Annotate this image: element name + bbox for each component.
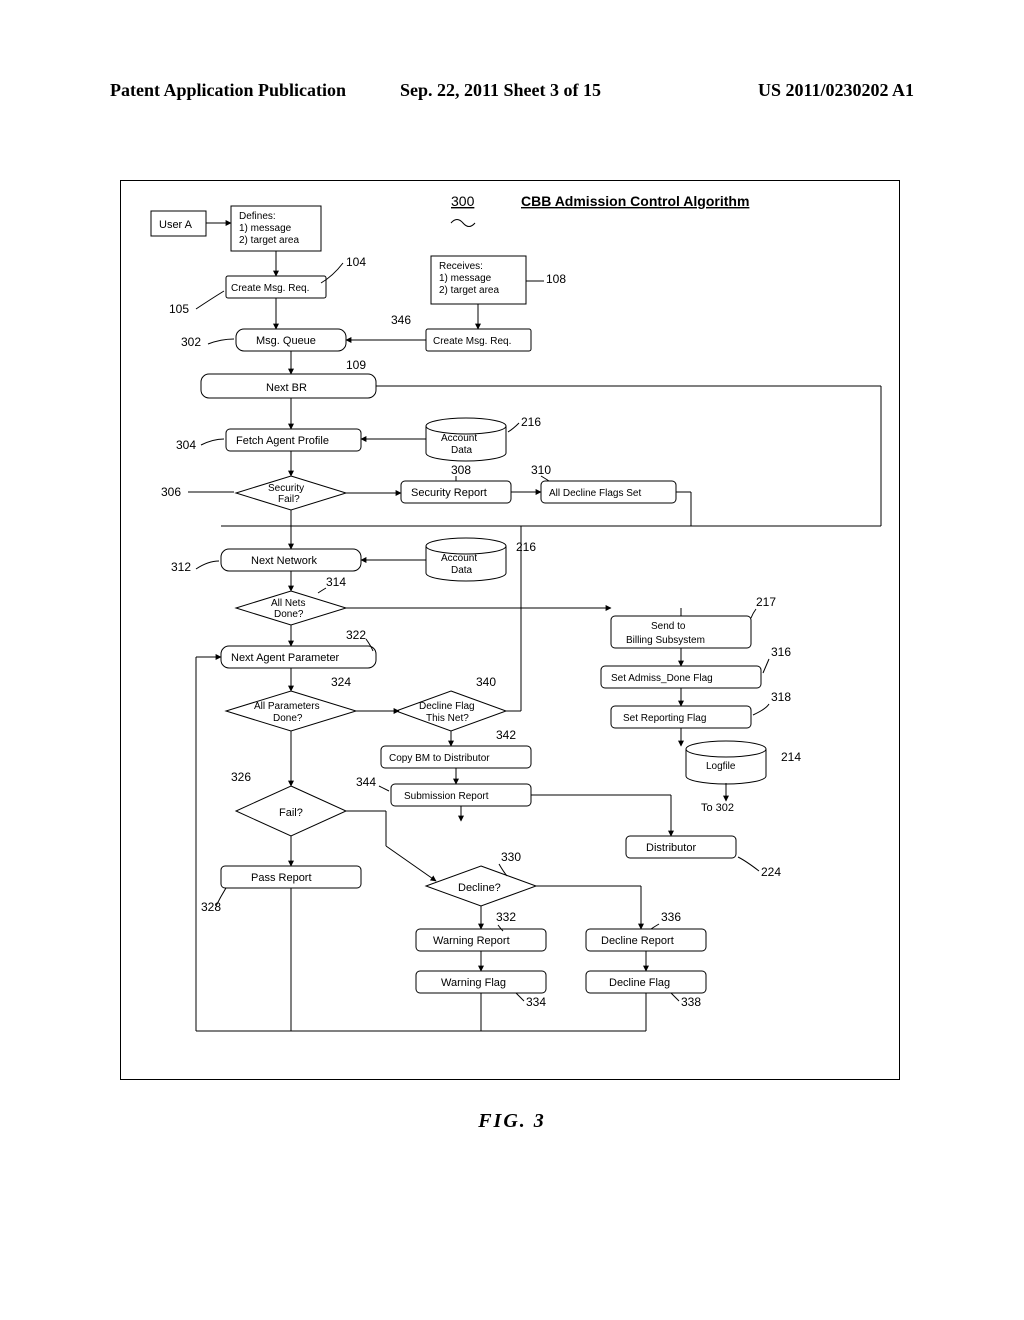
- label-217: 217: [756, 595, 776, 609]
- all-params-t: All Parameters: [254, 701, 320, 712]
- label-224: 224: [761, 865, 781, 879]
- label-302: 302: [181, 335, 201, 349]
- decline-flag-box: Decline Flag: [609, 977, 670, 989]
- receives-l2: 2) target area: [439, 285, 499, 296]
- diagram-title: CBB Admission Control Algorithm: [521, 193, 749, 209]
- submission-report: Submission Report: [404, 791, 489, 802]
- header-left: Patent Application Publication: [110, 80, 346, 101]
- all-nets-t: All Nets: [271, 598, 305, 609]
- msg-queue: Msg. Queue: [256, 335, 316, 347]
- all-decline-flags: All Decline Flags Set: [549, 488, 641, 499]
- label-340: 340: [476, 675, 496, 689]
- all-nets-b: Done?: [274, 609, 304, 620]
- label-318: 318: [771, 690, 791, 704]
- create-msg-req-left: Create Msg. Req.: [231, 283, 309, 294]
- label-312: 312: [171, 560, 191, 574]
- send-billing-b: Billing Subsystem: [626, 635, 705, 646]
- label-108: 108: [546, 272, 566, 286]
- figure-frame: 300 CBB Admission Control Algorithm User…: [120, 180, 900, 1080]
- label-308: 308: [451, 463, 471, 477]
- defines-title: Defines:: [239, 211, 276, 222]
- all-params-b: Done?: [273, 713, 303, 724]
- user-a-box: User A: [159, 219, 193, 231]
- label-344: 344: [356, 775, 376, 789]
- decline-flag-net-b: This Net?: [426, 713, 469, 724]
- logfile: Logfile: [706, 761, 736, 772]
- account-data-1b: Data: [451, 445, 473, 456]
- account-data-2a: Account: [441, 553, 477, 564]
- header-right: US 2011/0230202 A1: [758, 80, 914, 101]
- send-billing-t: Send to: [651, 621, 686, 632]
- figure-caption: FIG. 3: [0, 1110, 1024, 1133]
- create-msg-req-right: Create Msg. Req.: [433, 336, 511, 347]
- label-326: 326: [231, 770, 251, 784]
- label-109: 109: [346, 358, 366, 372]
- fail-diamond: Fail?: [279, 807, 303, 819]
- label-306: 306: [161, 485, 181, 499]
- next-br: Next BR: [266, 382, 307, 394]
- label-216a: 216: [521, 415, 541, 429]
- label-324: 324: [331, 675, 351, 689]
- label-105: 105: [169, 302, 189, 316]
- next-agent-param: Next Agent Parameter: [231, 652, 340, 664]
- warning-report: Warning Report: [433, 935, 510, 947]
- defines-l1: 1) message: [239, 223, 292, 234]
- flowchart-svg: 300 CBB Admission Control Algorithm User…: [121, 181, 901, 1081]
- warning-flag: Warning Flag: [441, 977, 506, 989]
- next-network: Next Network: [251, 555, 318, 567]
- pass-report: Pass Report: [251, 872, 312, 884]
- decline-report: Decline Report: [601, 935, 674, 947]
- header-center: Sep. 22, 2011 Sheet 3 of 15: [400, 80, 601, 101]
- label-332: 332: [496, 910, 516, 924]
- label-310: 310: [531, 463, 551, 477]
- distributor: Distributor: [646, 842, 696, 854]
- label-304: 304: [176, 438, 196, 452]
- copy-bm: Copy BM to Distributor: [389, 753, 490, 764]
- account-data-1a: Account: [441, 433, 477, 444]
- label-346: 346: [391, 313, 411, 327]
- receives-l1: 1) message: [439, 273, 492, 284]
- security-report: Security Report: [411, 487, 487, 499]
- to-302: To 302: [701, 802, 734, 814]
- label-216b: 216: [516, 540, 536, 554]
- label-336: 336: [661, 910, 681, 924]
- security-fail-t: Security: [268, 483, 304, 494]
- fetch-agent-profile: Fetch Agent Profile: [236, 435, 329, 447]
- receives-title: Receives:: [439, 261, 483, 272]
- label-322: 322: [346, 628, 366, 642]
- set-reporting: Set Reporting Flag: [623, 713, 706, 724]
- label-342: 342: [496, 728, 516, 742]
- ref-300: 300: [451, 193, 475, 209]
- label-316: 316: [771, 645, 791, 659]
- decline-flag-net-t: Decline Flag: [419, 701, 475, 712]
- security-fail-b: Fail?: [278, 494, 300, 505]
- label-330: 330: [501, 850, 521, 864]
- defines-l2: 2) target area: [239, 235, 299, 246]
- label-314: 314: [326, 575, 346, 589]
- label-104: 104: [346, 255, 366, 269]
- decline-diamond: Decline?: [458, 882, 501, 894]
- label-214: 214: [781, 750, 801, 764]
- label-338: 338: [681, 995, 701, 1009]
- set-admiss: Set Admiss_Done Flag: [611, 673, 713, 684]
- label-334: 334: [526, 995, 546, 1009]
- account-data-2b: Data: [451, 565, 473, 576]
